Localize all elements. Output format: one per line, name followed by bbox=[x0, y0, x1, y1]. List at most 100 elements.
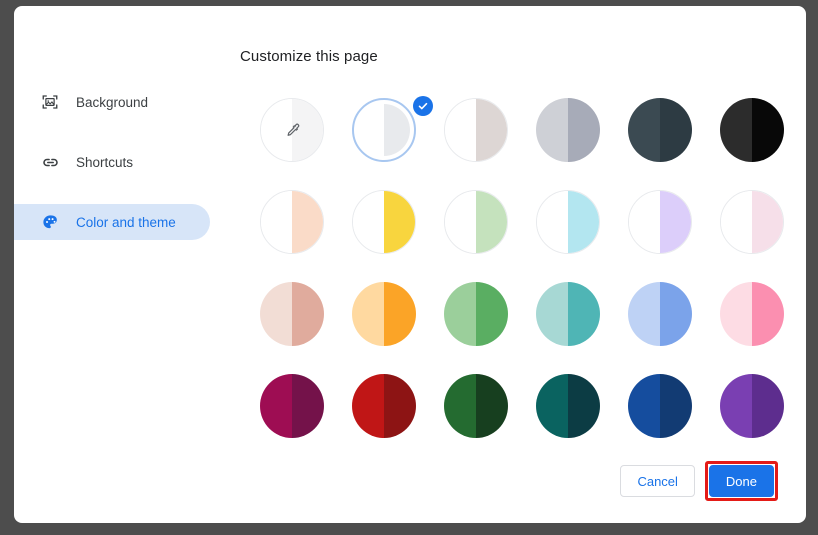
swatch-half-left bbox=[536, 282, 568, 346]
swatch-half-right bbox=[568, 374, 600, 438]
swatch-half-right bbox=[752, 98, 784, 162]
dialog-footer: Cancel Done bbox=[620, 461, 778, 501]
swatch-half-left bbox=[628, 282, 660, 346]
color-swatch-cell-teal bbox=[536, 282, 628, 374]
color-swatch-pale-pink[interactable] bbox=[720, 190, 784, 254]
swatch-half-left bbox=[629, 191, 660, 253]
color-swatch-cell-pink bbox=[720, 282, 806, 374]
color-swatch-cool-grey[interactable] bbox=[536, 98, 600, 162]
page-title: Customize this page bbox=[240, 48, 378, 65]
swatch-half-left bbox=[352, 282, 384, 346]
swatch-half-right bbox=[660, 191, 691, 253]
color-swatch-green[interactable] bbox=[444, 282, 508, 346]
color-swatch-pale-cyan[interactable] bbox=[536, 190, 600, 254]
color-swatch-pink[interactable] bbox=[720, 282, 784, 346]
swatch-half-left bbox=[444, 282, 476, 346]
color-swatch-cell-near-black bbox=[720, 98, 806, 190]
swatch-half-left bbox=[445, 191, 476, 253]
color-swatch-cell-deep-red bbox=[352, 374, 444, 466]
customize-page-dialog: Customize this page Background Shortcuts… bbox=[14, 6, 806, 523]
done-button-highlight: Done bbox=[704, 461, 778, 501]
sidebar-item-label: Shortcuts bbox=[76, 154, 134, 170]
color-swatch-cell-cool-grey bbox=[536, 98, 628, 190]
color-swatch-cell-pale-green bbox=[444, 190, 536, 282]
swatch-half-left bbox=[352, 374, 384, 438]
color-swatch-cell-pale-yellow bbox=[352, 190, 444, 282]
swatch-half-left bbox=[261, 191, 292, 253]
swatch-half-left bbox=[536, 98, 568, 162]
swatch-half-left bbox=[628, 374, 660, 438]
swatch-half-left bbox=[260, 374, 292, 438]
swatch-half-right bbox=[384, 374, 416, 438]
color-swatch-cell-default-grey bbox=[352, 96, 444, 190]
color-swatch-rose[interactable] bbox=[260, 282, 324, 346]
color-swatch-teal[interactable] bbox=[536, 282, 600, 346]
color-swatch-cell-custom-color-picker bbox=[260, 98, 352, 190]
color-swatch-cell-orange bbox=[352, 282, 444, 374]
color-swatch-cell-pale-purple bbox=[628, 190, 720, 282]
swatch-half-right bbox=[384, 282, 416, 346]
swatch-half-right bbox=[568, 98, 600, 162]
color-swatch-deep-blue[interactable] bbox=[628, 374, 692, 438]
swatch-half-right bbox=[292, 99, 323, 161]
sidebar-item-label: Color and theme bbox=[76, 214, 176, 230]
screen-background: Customize this page Background Shortcuts… bbox=[0, 0, 818, 535]
swatch-half-left bbox=[260, 282, 292, 346]
swatch-half-right bbox=[476, 99, 507, 161]
sidebar-item-color-and-theme[interactable]: Color and theme bbox=[14, 204, 210, 240]
swatch-half-right bbox=[292, 191, 323, 253]
color-swatch-slate-dark[interactable] bbox=[628, 98, 692, 162]
color-swatch-cell-warm-grey bbox=[444, 98, 536, 190]
swatch-half-right bbox=[568, 191, 599, 253]
image-icon bbox=[40, 92, 60, 112]
swatch-half-right bbox=[752, 282, 784, 346]
color-swatch-cell-deep-blue bbox=[628, 374, 720, 466]
color-swatch-orange[interactable] bbox=[352, 282, 416, 346]
swatch-half-left bbox=[444, 374, 476, 438]
color-swatch-deep-red[interactable] bbox=[352, 374, 416, 438]
color-swatch-pale-green[interactable] bbox=[444, 190, 508, 254]
sidebar-item-background[interactable]: Background bbox=[14, 84, 214, 120]
link-icon bbox=[40, 152, 60, 172]
color-swatch-pale-yellow[interactable] bbox=[352, 190, 416, 254]
color-swatch-cell-deep-teal bbox=[536, 374, 628, 466]
swatch-half-left bbox=[628, 98, 660, 162]
swatch-half-left bbox=[445, 99, 476, 161]
palette-icon bbox=[40, 212, 60, 232]
swatch-half-left bbox=[720, 282, 752, 346]
selected-check-icon bbox=[413, 96, 433, 116]
color-swatch-periwinkle[interactable] bbox=[628, 282, 692, 346]
swatch-half-right bbox=[752, 191, 783, 253]
swatch-half-right bbox=[660, 282, 692, 346]
swatch-half-left bbox=[353, 191, 384, 253]
swatch-half-left bbox=[537, 191, 568, 253]
swatch-half-left bbox=[261, 99, 292, 161]
color-swatch-cell-pale-peach bbox=[260, 190, 352, 282]
color-swatch-near-black[interactable] bbox=[720, 98, 784, 162]
color-swatch-pale-peach[interactable] bbox=[260, 190, 324, 254]
swatch-half-right bbox=[476, 374, 508, 438]
color-swatch-cell-pale-cyan bbox=[536, 190, 628, 282]
swatch-half-left bbox=[720, 374, 752, 438]
color-swatch-deep-green[interactable] bbox=[444, 374, 508, 438]
color-swatch-custom-color-picker[interactable] bbox=[260, 98, 324, 162]
sidebar-item-shortcuts[interactable]: Shortcuts bbox=[14, 144, 214, 180]
color-swatch-grid bbox=[260, 96, 806, 466]
color-swatch-warm-grey[interactable] bbox=[444, 98, 508, 162]
color-swatch-cell-pale-pink bbox=[720, 190, 806, 282]
color-swatch-pale-purple[interactable] bbox=[628, 190, 692, 254]
color-swatch-cell-slate-dark bbox=[628, 98, 720, 190]
color-swatch-cell-deep-green bbox=[444, 374, 536, 466]
done-button[interactable]: Done bbox=[708, 465, 774, 497]
swatch-half-right bbox=[292, 282, 324, 346]
color-swatch-cell-deep-purple bbox=[720, 374, 806, 466]
swatch-half-left bbox=[720, 98, 752, 162]
color-swatch-cell-deep-magenta bbox=[260, 374, 352, 466]
cancel-button[interactable]: Cancel bbox=[620, 465, 695, 497]
color-swatch-cell-periwinkle bbox=[628, 282, 720, 374]
color-swatch-deep-magenta[interactable] bbox=[260, 374, 324, 438]
color-swatch-deep-purple[interactable] bbox=[720, 374, 784, 438]
color-swatch-cell-rose bbox=[260, 282, 352, 374]
color-swatch-deep-teal[interactable] bbox=[536, 374, 600, 438]
color-swatch-default-grey[interactable] bbox=[358, 104, 410, 156]
